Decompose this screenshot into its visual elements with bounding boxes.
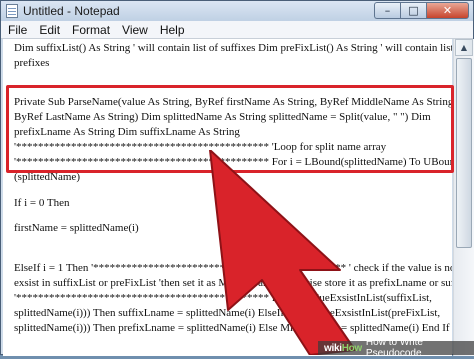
window-title: Untitled - Notepad: [23, 4, 120, 18]
red-arrow-annotation: [209, 150, 356, 355]
text-line: Dim suffixList() As String ' will contai…: [14, 42, 452, 54]
wikihow-watermark: wikiHow How to Write Pseudocode: [318, 337, 474, 359]
watermark-text: How to Write Pseudocode: [365, 337, 423, 359]
menu-bar: File Edit Format View Help: [1, 21, 473, 39]
scroll-thumb[interactable]: [456, 58, 472, 248]
maximize-button[interactable]: □: [400, 2, 426, 19]
scroll-up-arrow-icon[interactable]: ▲: [455, 39, 473, 56]
wikihow-logo: wikiHow: [324, 342, 362, 354]
arrow-shape: [209, 150, 356, 355]
minimize-button[interactable]: –: [374, 2, 400, 19]
text-line: prefixes: [14, 57, 50, 69]
close-button[interactable]: ✕: [426, 2, 469, 19]
window-controls: – □ ✕: [374, 2, 469, 19]
menu-help[interactable]: Help: [154, 23, 191, 37]
menu-file[interactable]: File: [1, 23, 33, 37]
notepad-icon: [6, 4, 18, 18]
vertical-scrollbar[interactable]: ▲: [453, 39, 474, 356]
menu-view[interactable]: View: [116, 23, 154, 37]
title-bar[interactable]: Untitled - Notepad – □ ✕: [1, 1, 473, 21]
menu-format[interactable]: Format: [66, 23, 116, 37]
menu-edit[interactable]: Edit: [33, 23, 66, 37]
